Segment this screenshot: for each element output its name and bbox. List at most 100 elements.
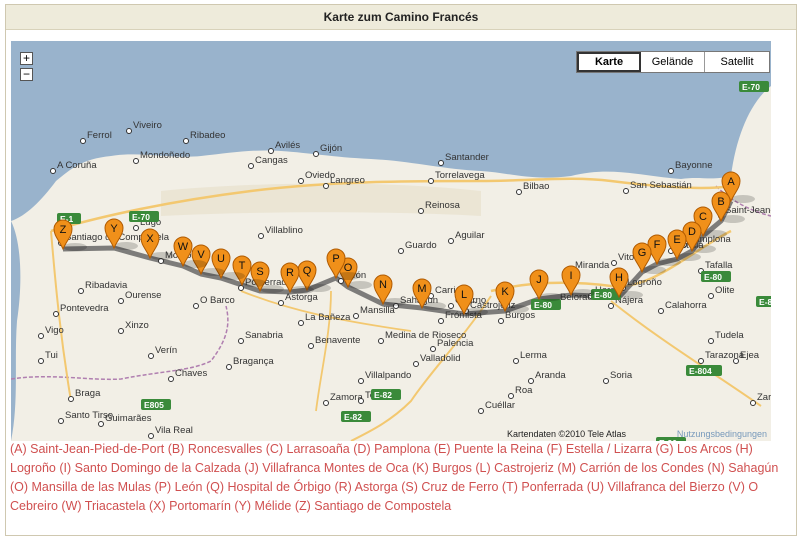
city-dot-oviedo xyxy=(298,178,304,184)
legend-item[interactable]: (J) Villafranca Montes de Oca xyxy=(244,461,408,475)
zoom-out-button[interactable]: − xyxy=(20,68,33,81)
legend-item[interactable]: (D) Pamplona xyxy=(353,442,430,456)
city-dot-gijon xyxy=(313,151,319,157)
legend-item[interactable]: (A) Saint-Jean-Pied-de-Port xyxy=(10,442,164,456)
city-label-torrelavega: Torrelavega xyxy=(435,170,485,181)
city-dot-ribadeo xyxy=(183,138,189,144)
city-dot-santo_tirso xyxy=(58,418,64,424)
svg-text:X: X xyxy=(146,233,154,245)
svg-text:K: K xyxy=(501,286,509,298)
city-label-roa: Roa xyxy=(515,385,533,396)
svg-text:A: A xyxy=(727,176,735,188)
legend-item[interactable]: (T) Ponferrada xyxy=(502,480,583,494)
city-label-cangas: Cangas xyxy=(255,155,288,166)
city-dot-vitoria xyxy=(611,260,617,266)
city-label-sanabria: Sanabria xyxy=(245,330,284,341)
city-dot-olite xyxy=(708,293,714,299)
legend-item[interactable]: (R) Astorga xyxy=(334,480,397,494)
svg-text:U: U xyxy=(217,253,225,265)
city-dot-zaragoza xyxy=(750,400,756,406)
zoom-in-button[interactable]: + xyxy=(20,52,33,65)
svg-text:C: C xyxy=(699,211,707,223)
city-dot-tarazona xyxy=(698,358,704,364)
legend-item[interactable]: (S) Cruz de Ferro xyxy=(401,480,498,494)
city-dot-calahorra xyxy=(658,308,664,314)
legend-item[interactable]: (O) Mansilla de las Mulas xyxy=(10,480,151,494)
svg-text:M: M xyxy=(417,283,426,295)
city-label-olite: Olite xyxy=(715,285,735,296)
svg-text:E-80: E-80 xyxy=(534,300,552,310)
svg-text:E-80: E-80 xyxy=(704,272,722,282)
city-label-ourense: Ourense xyxy=(125,290,161,301)
map-viewport[interactable]: Gijón Santander Bilbao Bayonne San Sebastián… xyxy=(11,41,771,441)
city-label-medina_de_rioseco: Medina de Rioseco xyxy=(385,330,466,341)
legend-item[interactable]: (M) Carrión de los Condes xyxy=(557,461,704,475)
city-dot-astorga xyxy=(278,300,284,306)
map-canvas[interactable]: Gijón Santander Bilbao Bayonne San Sebastián… xyxy=(11,41,771,441)
legend-item[interactable]: (Q) Hospital de Órbigo xyxy=(206,480,331,494)
legend-item[interactable]: (F) Estella / Lizarra xyxy=(546,442,652,456)
svg-text:R: R xyxy=(286,267,294,279)
legend-item[interactable]: (E) Puente la Reina xyxy=(434,442,543,456)
legend-item[interactable]: (I) Santo Domingo de la Calzada xyxy=(59,461,240,475)
city-dot-villalpando xyxy=(358,378,364,384)
legend-item[interactable]: (K) Burgos xyxy=(412,461,472,475)
city-dot-guardo xyxy=(398,248,404,254)
terms-link[interactable]: Nutzungsbedingungen xyxy=(677,429,767,439)
city-dot-ferrol xyxy=(80,138,86,144)
city-label-ribadeo: Ribadeo xyxy=(190,130,225,141)
city-label-tarazona: Tarazona xyxy=(705,350,745,361)
panel-title: Karte zum Camino Francés xyxy=(6,5,796,30)
city-dot-sanabria xyxy=(238,338,244,344)
city-dot-lerma xyxy=(513,358,519,364)
legend-item[interactable]: (L) Castrojeriz xyxy=(475,461,554,475)
road-badge: E-82 xyxy=(341,411,371,422)
city-label-mondonedo: Mondoñedo xyxy=(140,150,190,161)
legend-item[interactable]: (W) Triacastela xyxy=(61,499,145,513)
svg-text:E-82: E-82 xyxy=(374,390,392,400)
svg-text:E-70: E-70 xyxy=(132,212,150,222)
city-label-cuellar: Cuéllar xyxy=(485,400,515,411)
city-dot-la_baneza xyxy=(298,320,304,326)
svg-text:W: W xyxy=(178,241,189,253)
legend-item[interactable]: (Y) Mélide xyxy=(234,499,291,513)
legend-item[interactable]: (N) Sahagún xyxy=(707,461,778,475)
city-dot-torrelavega xyxy=(428,178,434,184)
city-label-ferrol: Ferrol xyxy=(87,130,112,141)
city-label-valladolid: Valladolid xyxy=(420,353,461,364)
road-badge: E-80 xyxy=(531,299,561,310)
city-label-soria: Soria xyxy=(610,370,633,381)
svg-text:J: J xyxy=(536,274,542,286)
city-label-aviles: Avilés xyxy=(275,140,300,151)
city-dot-guimaraes xyxy=(98,421,104,427)
city-label-reinosa: Reinosa xyxy=(425,200,461,211)
city-dot-viveiro xyxy=(126,128,132,134)
legend-item[interactable]: (B) Roncesvalles xyxy=(168,442,262,456)
svg-text:D: D xyxy=(688,226,696,238)
city-label-villalpando: Villalpando xyxy=(365,370,411,381)
legend-item[interactable]: (C) Larrasoaña xyxy=(266,442,350,456)
svg-text:N: N xyxy=(379,279,387,291)
city-dot-bilbao xyxy=(516,189,522,195)
svg-text:E-804: E-804 xyxy=(759,297,771,307)
city-label-ribadavia: Ribadavia xyxy=(85,280,128,291)
legend-item[interactable]: (X) Portomarín xyxy=(149,499,231,513)
city-label-bayonne: Bayonne xyxy=(675,160,713,171)
map-type-satellit[interactable]: Satellit xyxy=(705,52,769,72)
svg-text:E: E xyxy=(673,234,680,246)
legend-item[interactable]: (P) León xyxy=(155,480,203,494)
legend-item[interactable]: (U) Villafranca del Bierzo xyxy=(587,480,725,494)
svg-text:B: B xyxy=(717,196,724,208)
svg-text:Q: Q xyxy=(303,265,312,277)
city-dot-verin xyxy=(148,353,154,359)
road-badge: E-80 xyxy=(701,271,731,282)
city-label-zaragoza: Zaragoza xyxy=(757,392,771,403)
svg-text:F: F xyxy=(654,239,661,251)
city-label-langreo: Langreo xyxy=(330,175,365,186)
map-type-gelaende[interactable]: Gelände xyxy=(641,52,705,72)
map-type-karte[interactable]: Karte xyxy=(577,52,641,72)
legend-item[interactable]: (G) Los Arcos xyxy=(656,442,732,456)
svg-text:P: P xyxy=(332,253,339,265)
svg-text:T: T xyxy=(239,260,246,272)
legend-item[interactable]: (Z) Santiago de Compostela xyxy=(295,499,451,513)
